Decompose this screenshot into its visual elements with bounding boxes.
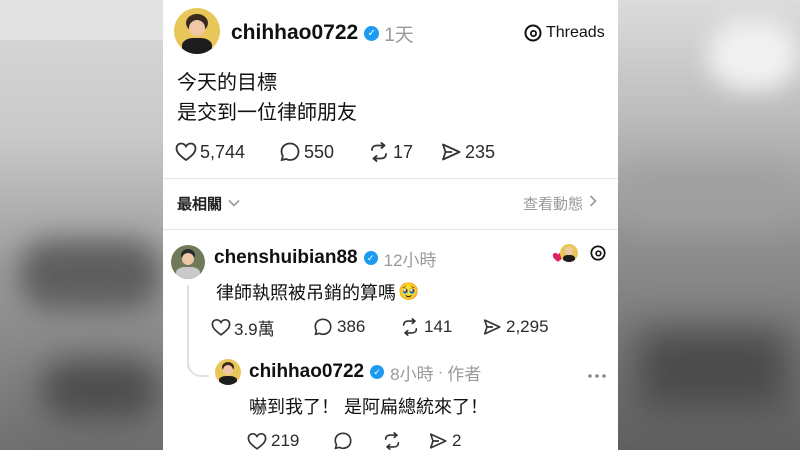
threads-logo-icon [524,24,542,42]
meta-separator: · [437,362,444,381]
section-divider [163,178,618,179]
post-text-line-1: 今天的目標 [177,72,277,94]
reply-share-count: 2,295 [506,317,549,336]
view-activity-label: 查看動態 [523,195,584,213]
author-reply-header: chihhao0722 ✓ 8小時 · 作者 [249,360,481,384]
liked-by-author-indicator [552,244,578,264]
author-reply-avatar[interactable] [215,359,241,385]
view-activity-link[interactable]: 查看動態 [523,192,597,214]
post-like-count: 5,744 [200,141,246,162]
post-reply-button[interactable]: 550 [279,140,334,164]
post-text-line-2: 是交到一位律師朋友 [177,102,357,124]
post-author-avatar[interactable] [174,8,220,54]
send-icon [428,431,448,450]
liker-avatar [560,244,578,262]
thread-connector-curve [187,355,209,377]
reply-header: chenshuibian88 ✓ 12小時 [214,246,437,270]
heart-icon [247,432,267,450]
verified-badge-icon: ✓ [363,251,378,265]
blurred-background-left [0,0,163,450]
threads-logo-icon[interactable] [590,245,606,261]
blurred-background-right [618,0,800,450]
post-like-button[interactable]: 5,744 [175,140,245,164]
threads-brand-label: Threads [546,24,605,41]
reply-text-content: 律師執照被吊銷的算嗎 [216,283,396,303]
reply-author-username[interactable]: chenshuibian88 [214,247,358,269]
chevron-down-icon [228,194,240,212]
sort-dropdown[interactable]: 最相關 [177,192,240,214]
author-reply-text: 嚇到我了！ 是阿扁總統來了！ [249,397,488,417]
threads-post-panel: chihhao0722 ✓ 1天 Threads 今天的目標 是交到一位律師朋友… [163,0,618,450]
author-reply-share-count: 2 [452,431,462,450]
post-reply-count: 550 [304,141,335,162]
reply-text: 律師執照被吊銷的算嗎 🥹 [216,280,419,304]
repost-icon [400,317,420,337]
comment-icon [313,317,333,337]
send-icon [440,141,462,163]
reply-like-count: 3.9萬 [234,319,275,339]
heart-icon [175,142,197,162]
verified-badge-icon: ✓ [370,365,385,379]
pleading-face-emoji: 🥹 [398,282,420,301]
comment-icon [279,141,301,163]
reply-share-button[interactable]: 2,295 [482,315,549,339]
comment-icon [333,431,353,450]
section-divider [163,229,618,230]
author-reply-like-count: 219 [271,431,300,450]
author-reply-repost-button[interactable] [382,430,402,450]
author-reply-like-button[interactable]: 219 [247,430,299,450]
post-repost-button[interactable]: 17 [368,140,413,164]
post-share-button[interactable]: 235 [440,140,495,164]
reply-like-button[interactable]: 3.9萬 [211,315,275,339]
reply-timestamp: 12小時 [383,250,437,270]
post-author-username[interactable]: chihhao0722 [231,21,358,45]
reply-repost-button[interactable]: 141 [400,315,452,339]
heart-icon [211,318,231,337]
post-timestamp: 1天 [384,24,414,46]
post-share-count: 235 [465,141,496,162]
author-reply-share-button[interactable]: 2 [428,430,461,450]
post-header: chihhao0722 ✓ 1天 [231,20,414,46]
chevron-right-icon [589,194,597,212]
reply-repost-count: 141 [424,317,453,336]
author-tag: 作者 [447,364,482,384]
sort-label: 最相關 [177,195,223,213]
post-repost-count: 17 [393,141,414,162]
repost-icon [382,431,402,450]
author-reply-timestamp: 8小時 [390,364,434,384]
author-reply-username[interactable]: chihhao0722 [249,361,364,383]
reply-comment-button[interactable]: 386 [313,315,365,339]
more-options-icon[interactable] [587,366,607,378]
send-icon [482,317,502,337]
threads-brand-link[interactable]: Threads [524,22,605,44]
verified-badge-icon: ✓ [364,25,380,41]
author-reply-comment-button[interactable] [333,430,353,450]
repost-icon [368,141,390,163]
reply-comment-count: 386 [337,317,366,336]
reply-author-avatar[interactable] [171,245,205,279]
